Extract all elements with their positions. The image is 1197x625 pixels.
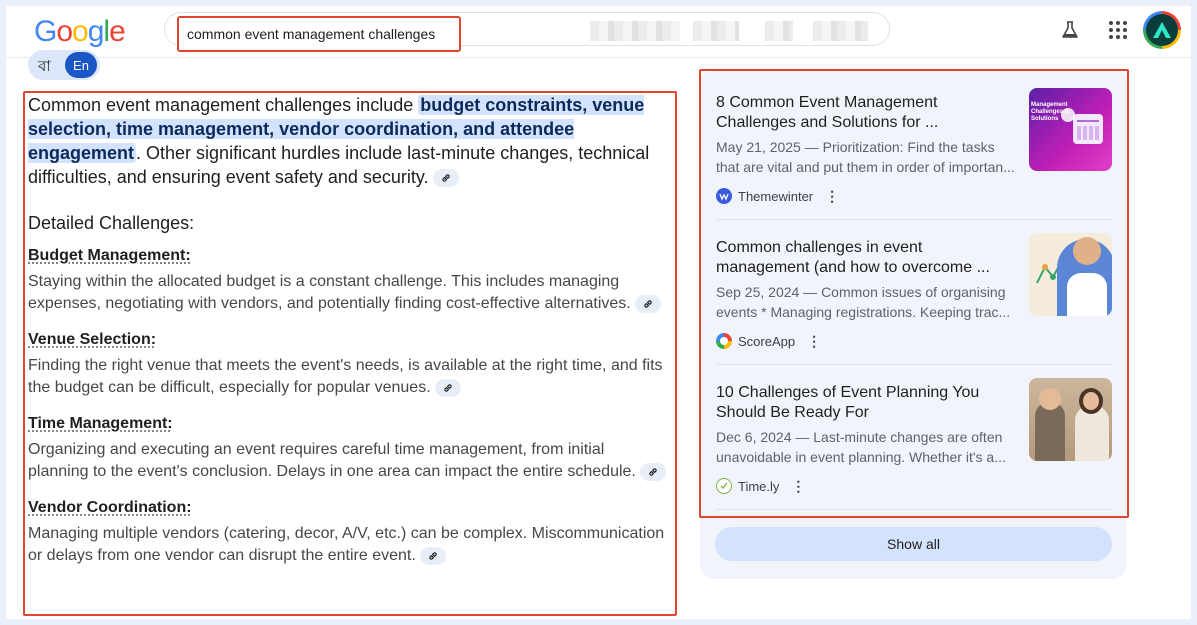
source-thumbnail[interactable] (1029, 233, 1112, 316)
source-card-snippet: May 21, 2025 — Prioritization: Find the … (716, 139, 1015, 175)
labs-flask-icon[interactable] (1058, 18, 1082, 42)
challenge-text: Organizing and executing an event requir… (28, 441, 636, 480)
source-card[interactable]: 8 Common Event Management Challenges and… (716, 88, 1112, 233)
person-graphic (1035, 402, 1065, 461)
more-options-icon[interactable]: ⋮ (807, 334, 821, 348)
challenge-body: Staying within the allocated budget is a… (28, 271, 668, 315)
person-shirt (1067, 273, 1107, 316)
source-card-publisher[interactable]: Time.ly ⋮ (716, 477, 805, 495)
logo-letter: o (72, 15, 89, 48)
source-card-publisher[interactable]: ScoreApp ⋮ (716, 332, 821, 350)
search-header: Google (6, 6, 1191, 58)
intro-text: Common event management challenges inclu… (28, 95, 419, 115)
source-card-title[interactable]: 8 Common Event Management Challenges and… (716, 93, 1016, 133)
redacted-area (590, 21, 680, 41)
source-card-title[interactable]: 10 Challenges of Event Planning You Shou… (716, 383, 1016, 423)
citation-link-icon[interactable] (432, 169, 459, 188)
show-all-button[interactable]: Show all (715, 527, 1112, 561)
challenge-body: Managing multiple vendors (catering, dec… (28, 523, 668, 567)
citation-link-icon[interactable] (434, 378, 461, 397)
logo-letter: o (56, 15, 73, 48)
browser-viewport: Google common event management challenge… (6, 6, 1191, 619)
source-card-snippet: Dec 6, 2024 — Last-minute changes are of… (716, 429, 1006, 465)
challenge-title[interactable]: Time Management: (28, 413, 668, 435)
lang-bengali-option[interactable]: বা (38, 55, 51, 80)
challenge-text: Staying within the allocated budget is a… (28, 273, 631, 312)
redacted-area (693, 21, 739, 41)
challenge-title[interactable]: Budget Management: (28, 245, 668, 267)
person-head (1073, 237, 1101, 265)
person-face (1083, 392, 1099, 410)
source-thumbnail[interactable] (1029, 378, 1112, 461)
ai-answer: Common event management challenges inclu… (28, 93, 668, 567)
calendar-graphic (1073, 114, 1103, 144)
challenge-body: Finding the right venue that meets the e… (28, 355, 668, 399)
card-divider (716, 364, 1112, 365)
redacted-area (765, 21, 793, 41)
timely-favicon-icon (716, 478, 732, 494)
challenge-text: Finding the right venue that meets the e… (28, 357, 663, 396)
source-card-title[interactable]: Common challenges in event management (a… (716, 238, 1016, 278)
themewinter-favicon-icon (716, 188, 732, 204)
source-card[interactable]: 10 Challenges of Event Planning You Shou… (716, 378, 1112, 523)
card-divider (716, 509, 1112, 510)
account-avatar[interactable] (1143, 11, 1181, 49)
source-name: ScoreApp (738, 333, 796, 349)
google-logo[interactable]: Google (34, 14, 126, 50)
logo-letter: e (109, 15, 126, 48)
person-head (1039, 388, 1061, 410)
redacted-area (813, 21, 868, 41)
decor-dot (1061, 108, 1075, 122)
search-input[interactable] (177, 16, 461, 52)
source-thumbnail[interactable]: Management Challenges & Solutions (1029, 88, 1112, 171)
citation-link-icon[interactable] (419, 546, 446, 565)
logo-letter: G (34, 15, 57, 48)
citation-link-icon[interactable] (634, 294, 661, 313)
citation-link-icon[interactable] (639, 462, 666, 481)
section-title: Detailed Challenges: (28, 213, 195, 233)
search-bar[interactable] (164, 12, 890, 52)
source-name: Themewinter (738, 188, 814, 204)
source-card-snippet: Sep 25, 2024 — Common issues of organisi… (716, 284, 1011, 320)
answer-intro: Common event management challenges inclu… (28, 93, 668, 189)
more-options-icon[interactable]: ⋮ (791, 479, 805, 493)
apps-grid-icon[interactable] (1106, 18, 1130, 42)
challenge-body: Organizing and executing an event requir… (28, 439, 668, 483)
avatar-image (1146, 14, 1178, 46)
challenge-title[interactable]: Venue Selection: (28, 329, 668, 351)
card-divider (716, 219, 1112, 220)
source-card[interactable]: Common challenges in event management (a… (716, 233, 1112, 378)
language-toggle[interactable]: বা En (28, 50, 100, 80)
source-name: Time.ly (738, 478, 780, 494)
source-card-publisher[interactable]: Themewinter ⋮ (716, 187, 839, 205)
lang-english-option[interactable]: En (65, 52, 97, 78)
logo-letter: g (87, 15, 105, 48)
scoreapp-favicon-icon (716, 333, 732, 349)
challenge-title[interactable]: Vendor Coordination: (28, 497, 668, 519)
more-options-icon[interactable]: ⋮ (825, 189, 839, 203)
person-graphic (1075, 406, 1109, 461)
challenge-text: Managing multiple vendors (catering, dec… (28, 525, 665, 564)
